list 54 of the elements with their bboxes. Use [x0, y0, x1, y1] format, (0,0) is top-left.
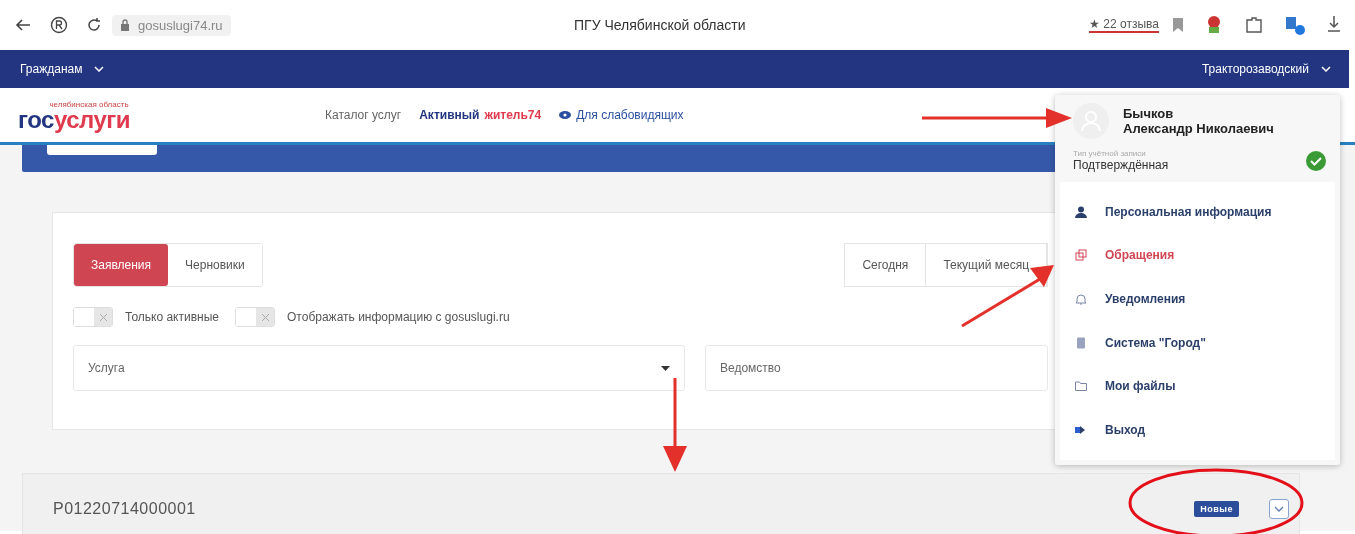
toggle-switch[interactable]	[73, 307, 113, 327]
chevron-down-icon	[1274, 506, 1284, 512]
menu-item[interactable]: Мои файлы	[1060, 379, 1335, 394]
toggle-label: Только активные	[125, 310, 219, 324]
toggle-switch[interactable]	[235, 307, 275, 327]
account-type: Подтверждённая	[1073, 158, 1170, 172]
url-text: gosuslugi74.ru	[138, 17, 223, 33]
extension-icon[interactable]	[1205, 15, 1223, 35]
exit-icon	[1075, 424, 1087, 437]
catalog-link[interactable]: Каталог услуг	[325, 108, 402, 122]
registered-icon[interactable]	[50, 16, 68, 34]
download-icon[interactable]	[1327, 15, 1341, 35]
district-selector[interactable]: Тракторозаводский	[1201, 62, 1331, 76]
puzzle-icon[interactable]	[1245, 16, 1263, 34]
profile-extension-icon[interactable]	[1285, 15, 1305, 35]
menu-item[interactable]: Выход	[1060, 423, 1335, 438]
select-field[interactable]: Ведомство	[705, 345, 1048, 391]
expand-button[interactable]	[1269, 499, 1289, 519]
toggle-label: Отображать информацию с gosuslugi.ru	[287, 310, 510, 324]
eye-icon	[559, 111, 572, 119]
bookmark-icon[interactable]	[1173, 18, 1183, 32]
accessibility-link[interactable]: Для слабовидящих	[559, 108, 684, 122]
lock-icon	[120, 19, 130, 31]
back-icon[interactable]	[14, 17, 32, 33]
menu-item[interactable]: Уведомления	[1060, 292, 1335, 307]
person-icon	[1075, 205, 1087, 218]
application-row[interactable]: P01220714000001 Новые	[22, 473, 1300, 534]
logo-wordmark: госуслуги	[18, 108, 130, 131]
tab[interactable]: Заявления	[74, 244, 169, 286]
menu-item[interactable]: Обращения	[1060, 248, 1335, 263]
caret-icon	[1321, 66, 1331, 72]
select-placeholder: Услуга	[88, 361, 125, 375]
caret-icon	[94, 66, 105, 72]
tablet-icon	[1075, 336, 1087, 349]
active-resident-link[interactable]: Активный житель74	[419, 108, 542, 122]
user-name: Бычков Александр Николаевич	[1123, 106, 1274, 136]
close-icon	[99, 313, 107, 321]
page-title: ПГУ Челябинской области	[573, 17, 747, 33]
select-field[interactable]: Услуга	[73, 345, 685, 391]
application-number: P01220714000001	[53, 500, 197, 518]
select-placeholder: Ведомство	[720, 361, 781, 375]
menu-item[interactable]: Персональная информация	[1060, 204, 1335, 219]
menu-item[interactable]: Система "Город"	[1060, 335, 1335, 350]
caret-icon	[661, 365, 670, 371]
citizens-menu[interactable]: Гражданам	[20, 62, 105, 76]
bell-icon	[1075, 293, 1087, 306]
account-type-label: Тип учётной записи	[1073, 149, 1147, 158]
close-icon	[261, 313, 269, 321]
reload-icon[interactable]	[86, 17, 102, 33]
reviews-link[interactable]: ★ 22 отзыва	[1089, 17, 1159, 33]
logo-caption: челябинская область	[49, 99, 129, 109]
status-badge: Новые	[1194, 501, 1239, 517]
copy-icon	[1075, 249, 1087, 262]
folder-icon	[1075, 380, 1087, 393]
